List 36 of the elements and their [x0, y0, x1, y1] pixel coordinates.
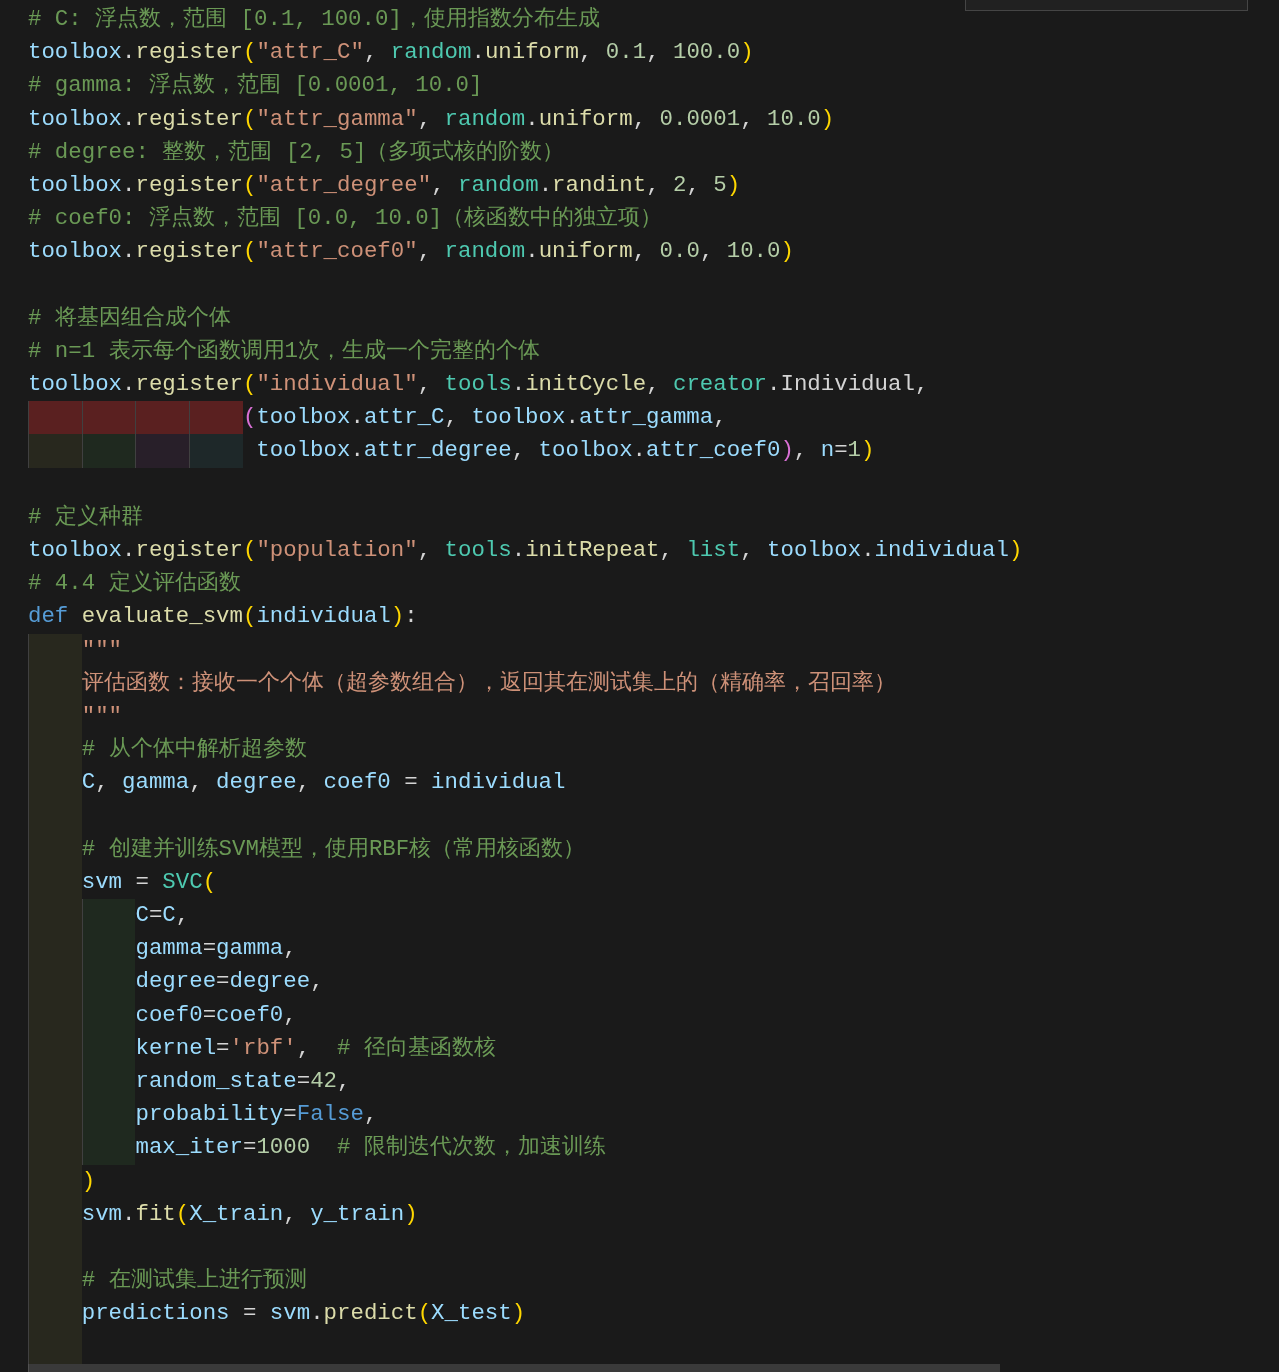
code-line: # 在测试集上进行预测 — [81, 1266, 307, 1296]
code-line: # 4.4 定义评估函数 — [28, 569, 241, 599]
code-line: kernel='rbf', # 径向基函数核 — [135, 1033, 496, 1063]
code-line: def evaluate_svm(individual): — [28, 602, 418, 632]
code-line: # C: 浮点数，范围 [0.1, 100.0]，使用指数分布生成 — [28, 5, 600, 34]
code-line: svm.fit(X_train, y_train) — [81, 1199, 418, 1229]
code-line: # degree: 整数，范围 [2, 5]（多项式核的阶数） — [28, 137, 565, 167]
code-line: coef0=coef0, — [135, 1000, 297, 1030]
code-line: # n=1 表示每个函数调用1次，生成一个完整的个体 — [28, 336, 541, 366]
code-line: degree=degree, — [135, 967, 324, 997]
code-line: # coef0: 浮点数，范围 [0.0, 10.0]（核函数中的独立项） — [28, 204, 663, 234]
code-line: (toolbox.attr_C, toolbox.attr_gamma, — [242, 403, 727, 433]
code-line: probability=False, — [135, 1100, 378, 1130]
code-line: max_iter=1000 # 限制迭代次数，加速训练 — [135, 1133, 606, 1163]
code-line: toolbox.register("attr_degree", random.randint, 2, 5) — [28, 170, 741, 200]
code-line: C=C, — [135, 901, 190, 931]
code-line: 评估函数：接收一个个体（超参数组合），返回其在测试集上的（精确率，召回率） — [81, 668, 896, 698]
code-line: predictions = svm.predict(X_test) — [81, 1299, 526, 1329]
code-line: toolbox.register("attr_C", random.uniform, 0.1, 100.0) — [28, 38, 754, 68]
code-line: gamma=gamma, — [135, 934, 297, 964]
code-line: C, gamma, degree, coef0 = individual — [81, 768, 566, 798]
code-line: toolbox.attr_degree, toolbox.attr_coef0), n=1) — [255, 436, 875, 466]
code-line: toolbox.register("population", tools.initRepeat, list, toolbox.individual) — [28, 536, 1023, 565]
code-line: # gamma: 浮点数，范围 [0.0001, 10.0] — [28, 71, 483, 101]
code-line: toolbox.register("attr_coef0", random.uniform, 0.0, 10.0) — [28, 237, 794, 267]
code-line: # 将基因组合成个体 — [28, 303, 231, 333]
code-line: toolbox.register("attr_gamma", random.uniform, 0.0001, 10.0) — [28, 104, 835, 134]
code-line: """ — [81, 635, 123, 665]
code-line: # 定义种群 — [28, 502, 143, 532]
code-line: # 从个体中解析超参数 — [81, 735, 307, 765]
code-line: # 创建并训练SVM模型，使用RBF核（常用核函数） — [81, 834, 586, 864]
code-line: random_state=42, — [135, 1067, 351, 1096]
code-line: ) — [81, 1166, 96, 1196]
code-line: toolbox.register("individual", tools.initCycle, creator.Individual, — [28, 370, 929, 400]
code-line: svm = SVC( — [81, 867, 217, 897]
code-line: """ — [81, 701, 123, 731]
